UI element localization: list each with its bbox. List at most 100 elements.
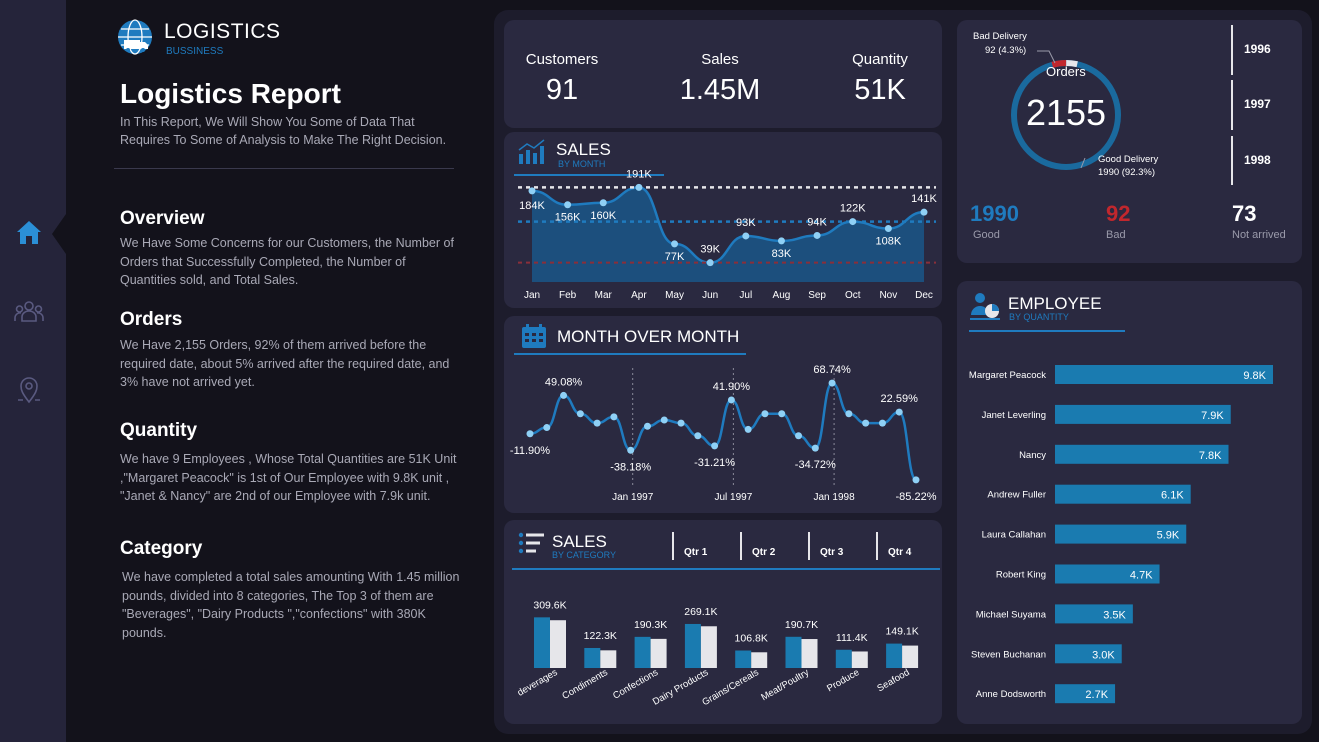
mom-point [862,419,870,427]
employee-value-label: 4.7K [1130,570,1153,582]
section-heading-overview: Overview [120,208,205,229]
category-bar [584,647,601,668]
mom-point [795,432,803,440]
not-arrived-count: 73 [1232,201,1257,226]
month-tick-label: Jul [739,290,752,301]
mom-point [677,419,685,427]
sales-by-category-card: SALES BY CATEGORY Qtr 1 Qtr 2 Qtr 3 Qtr … [504,520,942,724]
employee-name-label: Laura Callahan [982,530,1046,541]
mom-data-label: 68.74% [813,364,851,376]
month-tick-label: Apr [631,290,647,301]
orders-label: Orders [1046,64,1086,79]
year-slicer-1998[interactable]: 1998 [1244,153,1271,167]
month-tick-label: Jun [702,290,718,301]
mom-data-label: 49.08% [545,376,583,388]
sales-by-month-card: SALES BY MONTH 184K Jan 156K Feb 160K Mar 191K… [504,132,942,308]
category-bar [684,623,701,668]
section-heading-orders: Orders [120,309,183,330]
dashboard-frame: LOGISTICS BUSSINESS Logistics Report In … [0,0,1319,742]
mom-point [593,419,601,427]
employee-bar [1055,365,1273,384]
mom-data-label: -38.18% [610,461,651,473]
section-text-quantity: We have 9 Employees , Whose Total Quanti… [120,452,457,503]
year-slicer-1997[interactable]: 1997 [1244,97,1271,111]
employee-value-label: 6.1K [1161,490,1184,502]
bad-delivery-value: 92 (4.3%) [985,45,1027,56]
section-text-category: We have completed a total sales amountin… [122,570,460,640]
category-tick-label: Seafood [875,667,911,694]
report-narrative-pane: LOGISTICS BUSSINESS Logistics Report In … [66,0,496,742]
employee-value-label: 9.8K [1243,370,1266,382]
category-bar [534,617,550,668]
employee-name-label: Robert King [996,570,1046,581]
category-tick-label: Meat/Poultry [759,667,811,703]
section-text-overview: We Have Some Concerns for our Customers,… [120,236,454,287]
sales-data-label: 191K [626,168,652,180]
mom-point [778,410,786,418]
employee-name-label: Steven Buchanan [971,649,1046,660]
location-icon[interactable] [13,374,45,406]
sales-point [599,199,607,207]
month-tick-label: May [665,290,684,301]
employee-value-label: 2.7K [1085,689,1108,701]
sales-data-label: 93K [736,217,756,229]
sales-by-month-chart: 184K Jan 156K Feb 160K Mar 191K Apr 77K May 39K Jun… [518,168,938,301]
bad-count: 92 [1106,201,1131,226]
employee-value-label: 7.8K [1199,450,1222,462]
category-bar [550,620,566,668]
category-data-label: 269.1K [684,606,717,618]
brand-subtitle: BUSSINESS [166,46,224,57]
sales-data-label: 160K [590,210,616,222]
sales-point [706,259,714,267]
sales-point [635,183,643,191]
sales-point [849,218,857,226]
page-title: Logistics Report [120,78,341,109]
sales-by-category-chart: 309.6Kdeverages122.3KCondiments190.3KCon… [516,599,919,708]
mom-point [694,432,702,440]
category-data-label: 106.8K [735,633,768,645]
employee-name-label: Andrew Fuller [987,490,1046,501]
good-delivery-value: 1990 (92.3%) [1098,167,1156,178]
category-bar [751,652,768,668]
mom-point [610,413,618,421]
brand-title: LOGISTICS [164,20,281,43]
people-icon[interactable] [13,297,45,329]
category-data-label: 122.3K [584,630,617,642]
mom-point [845,410,853,418]
sales-data-label: 141K [911,193,937,205]
mom-point [811,444,819,452]
year-slicer-1996[interactable]: 1996 [1244,42,1271,56]
category-tick-label: deverages [516,667,560,699]
kpi-customers-label: Customers [525,51,599,68]
kpi-quantity-label: Quantity [852,51,908,68]
kpi-sales-value: 1.45M [679,74,761,106]
good-count: 1990 [970,201,1019,226]
month-over-month-card: MONTH OVER MONTH Jan 1997 Jul 1997 Jan 199… [504,316,942,513]
category-bar [634,636,651,668]
month-tick-label: Feb [559,290,577,301]
employee-value-label: 3.5K [1103,609,1126,621]
category-bar [851,651,868,668]
section-text-orders: We Have 2,155 Orders, 92% of them arrive… [120,338,450,389]
month-tick-label: Oct [845,290,861,301]
sales-point [671,240,679,248]
mom-data-label: 41.90% [713,381,751,393]
home-icon[interactable] [13,216,45,248]
sales-data-label: 39K [700,244,720,256]
mom-data-label: -11.90% [510,445,550,457]
employee-value-label: 5.9K [1157,530,1180,542]
employee-card: EMPLOYEE BY QUANTITY Margaret Peacock 9.8… [957,281,1302,724]
sales-data-label: 94K [807,216,827,228]
month-tick-label: Sep [808,290,826,301]
mom-point [761,410,769,418]
mom-point [727,396,735,404]
mom-data-label: -31.21% [694,457,735,469]
month-tick-label: Aug [773,290,791,301]
sales-point [742,232,750,240]
employee-name-label: Nancy [1019,450,1046,461]
period-marker-label: Jan 1998 [814,492,856,503]
sales-point [920,208,928,216]
side-navbar [0,0,66,742]
mom-point [878,419,886,427]
category-bar [650,638,667,668]
